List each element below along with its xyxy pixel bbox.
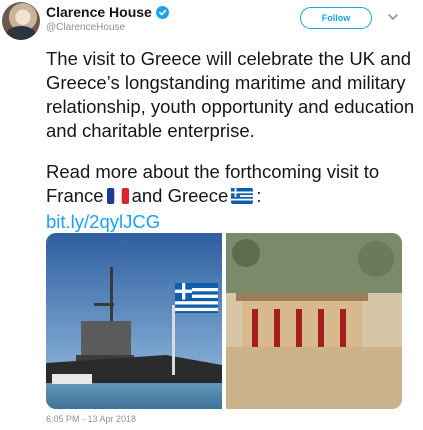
tweet-paragraph-1: The visit to Greece will celebrate the U… xyxy=(46,48,415,141)
tweet-text: The visit to Greece will celebrate the U… xyxy=(46,47,418,234)
avatar[interactable] xyxy=(2,2,40,40)
warship-with-greek-flag-photo[interactable] xyxy=(46,233,222,409)
account-name[interactable]: Clarence House xyxy=(46,4,152,20)
tweet-text-middle: and Greece xyxy=(131,185,229,206)
follow-button[interactable]: Follow xyxy=(300,7,372,29)
verified-badge-icon xyxy=(155,5,169,19)
tweet-timestamp[interactable]: 6:05 PM - 13 Apr 2018 xyxy=(46,414,136,424)
chevron-down-icon[interactable] xyxy=(386,10,400,24)
greece-flag-icon xyxy=(231,186,254,210)
tweet-text-suffix: : xyxy=(256,185,262,206)
tweet-link[interactable]: bit.ly/2qylJCG xyxy=(46,211,160,232)
tweet-paragraph-2: Read more about the forthcoming visit to… xyxy=(46,160,418,234)
avatar-figure xyxy=(6,26,36,40)
tweet-media[interactable] xyxy=(46,233,402,409)
account-name-row: Clarence House xyxy=(46,4,169,20)
france-flag-icon xyxy=(106,186,129,210)
knossos-palace-ruins-photo[interactable] xyxy=(226,233,402,409)
account-handle[interactable]: @ClarenceHouse xyxy=(46,22,125,33)
